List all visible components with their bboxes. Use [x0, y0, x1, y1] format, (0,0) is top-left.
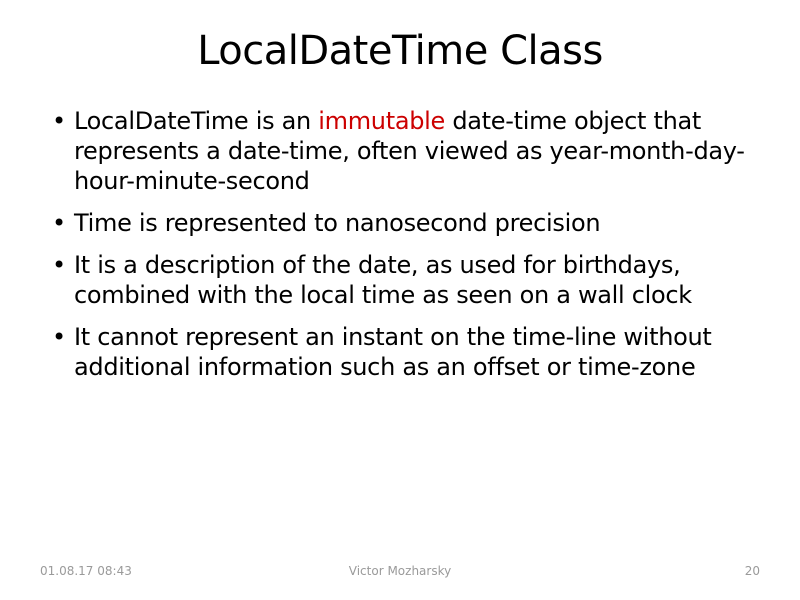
bullet-item: It cannot represent an instant on the ti…: [48, 322, 760, 382]
bullet-text-pre: LocalDateTime is an: [74, 107, 318, 135]
bullet-item: Time is represented to nanosecond precis…: [48, 208, 760, 238]
footer-page-number: 20: [745, 564, 760, 578]
slide-content: LocalDateTime is an immutable date-time …: [40, 106, 760, 382]
bullet-text-pre: Time is represented to nanosecond precis…: [74, 209, 600, 237]
bullet-text-highlight: immutable: [318, 107, 445, 135]
bullet-text-pre: It cannot represent an instant on the ti…: [74, 323, 712, 381]
footer-date: 01.08.17 08:43: [40, 564, 132, 578]
bullet-text-pre: It is a description of the date, as used…: [74, 251, 692, 309]
slide-footer: 01.08.17 08:43 Victor Mozharsky 20: [0, 564, 800, 578]
bullet-item: It is a description of the date, as used…: [48, 250, 760, 310]
bullet-list: LocalDateTime is an immutable date-time …: [48, 106, 760, 382]
slide-container: LocalDateTime Class LocalDateTime is an …: [0, 0, 800, 600]
slide-title: LocalDateTime Class: [40, 28, 760, 74]
bullet-item: LocalDateTime is an immutable date-time …: [48, 106, 760, 196]
footer-author: Victor Mozharsky: [349, 564, 451, 578]
